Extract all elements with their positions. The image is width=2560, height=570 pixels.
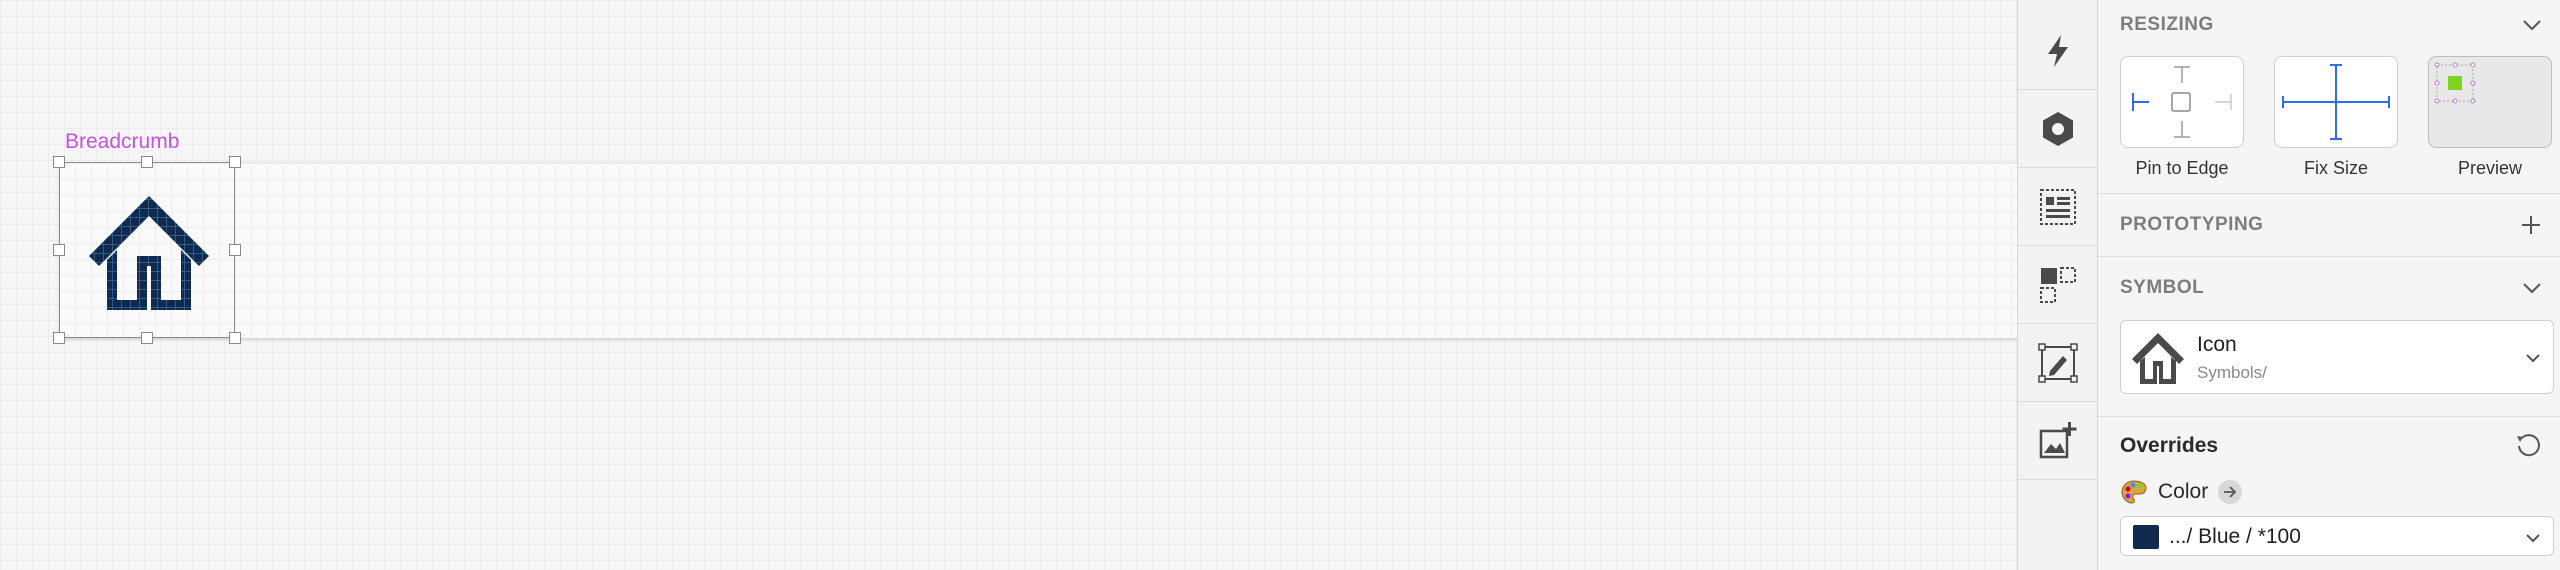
artboard-breadcrumb[interactable] xyxy=(59,162,2017,338)
fix-size-label: Fix Size xyxy=(2303,158,2368,178)
divider xyxy=(2098,416,2560,417)
resizing-title: RESIZING xyxy=(2120,14,2214,35)
color-label: Color xyxy=(2158,480,2209,503)
tool-settings[interactable] xyxy=(2018,90,2098,168)
inspector-toolbar xyxy=(2017,0,2098,570)
arrow-right-icon xyxy=(2224,486,2237,498)
prototyping-header[interactable]: PROTOTYPING xyxy=(2120,210,2542,240)
lightning-icon xyxy=(2048,34,2068,67)
symbol-title: SYMBOL xyxy=(2120,277,2205,298)
resize-handle-top-right[interactable] xyxy=(229,156,241,168)
inspector-panel: RESIZING Pin to Edge Fix Size Preview PR… xyxy=(2098,0,2560,570)
symbol-name: Icon xyxy=(2197,333,2237,356)
chevron-down-icon xyxy=(2525,351,2541,369)
preview-button[interactable] xyxy=(2428,56,2552,148)
hexagon-nut-icon xyxy=(2043,111,2073,146)
fix-size-icon xyxy=(2282,64,2390,140)
tool-add-image[interactable] xyxy=(2018,402,2098,480)
preview-label: Preview xyxy=(2457,158,2523,178)
fix-size-button[interactable] xyxy=(2274,56,2398,148)
divider xyxy=(2098,193,2560,194)
resize-handle-right[interactable] xyxy=(229,244,241,256)
preview-icon xyxy=(2434,62,2476,104)
resize-handle-left[interactable] xyxy=(53,244,65,256)
pin-to-edge-icon xyxy=(2132,66,2232,138)
go-to-color-button[interactable] xyxy=(2218,480,2243,504)
color-override-row: Color xyxy=(2120,477,2243,507)
plus-icon[interactable] xyxy=(2520,214,2542,236)
chevron-down-icon xyxy=(2525,531,2541,549)
resizing-header[interactable]: RESIZING xyxy=(2120,10,2542,40)
home-icon[interactable] xyxy=(85,190,213,312)
chevron-down-icon[interactable] xyxy=(2522,18,2542,32)
reset-icon[interactable] xyxy=(2514,432,2542,460)
symbol-overrides-icon xyxy=(2040,266,2076,303)
tool-edit-vector[interactable] xyxy=(2018,324,2098,402)
add-image-icon xyxy=(2039,421,2077,458)
symbol-header[interactable]: SYMBOL xyxy=(2120,273,2542,303)
resize-handle-top-left[interactable] xyxy=(53,156,65,168)
color-value: .../ Blue / *100 xyxy=(2169,525,2301,548)
resize-handle-bottom[interactable] xyxy=(141,332,153,344)
artboard-label[interactable]: Breadcrumb xyxy=(65,130,179,154)
symbol-selector[interactable]: Icon Symbols/ xyxy=(2120,320,2554,394)
edit-vector-icon xyxy=(2038,342,2078,383)
text-layout-icon xyxy=(2040,188,2076,225)
divider xyxy=(2098,256,2560,257)
design-canvas[interactable]: Breadcrumb xyxy=(0,0,2017,570)
prototyping-title: PROTOTYPING xyxy=(2120,214,2264,235)
resize-handle-bottom-left[interactable] xyxy=(53,332,65,344)
overrides-title: Overrides xyxy=(2120,434,2219,457)
tool-text-layout[interactable] xyxy=(2018,168,2098,246)
chevron-down-icon[interactable] xyxy=(2522,281,2542,295)
palette-icon xyxy=(2121,480,2147,504)
color-swatch xyxy=(2133,525,2159,549)
tool-symbol-overrides[interactable] xyxy=(2018,246,2098,324)
pin-to-edge-label: Pin to Edge xyxy=(2135,158,2229,178)
pin-to-edge-button[interactable] xyxy=(2120,56,2244,148)
color-dropdown[interactable]: .../ Blue / *100 xyxy=(2120,516,2554,556)
symbol-path: Symbols/ xyxy=(2197,363,2267,382)
resize-handle-top[interactable] xyxy=(141,156,153,168)
tool-interactions[interactable] xyxy=(2018,12,2098,90)
home-icon xyxy=(2132,333,2184,384)
resize-handle-bottom-right[interactable] xyxy=(229,332,241,344)
